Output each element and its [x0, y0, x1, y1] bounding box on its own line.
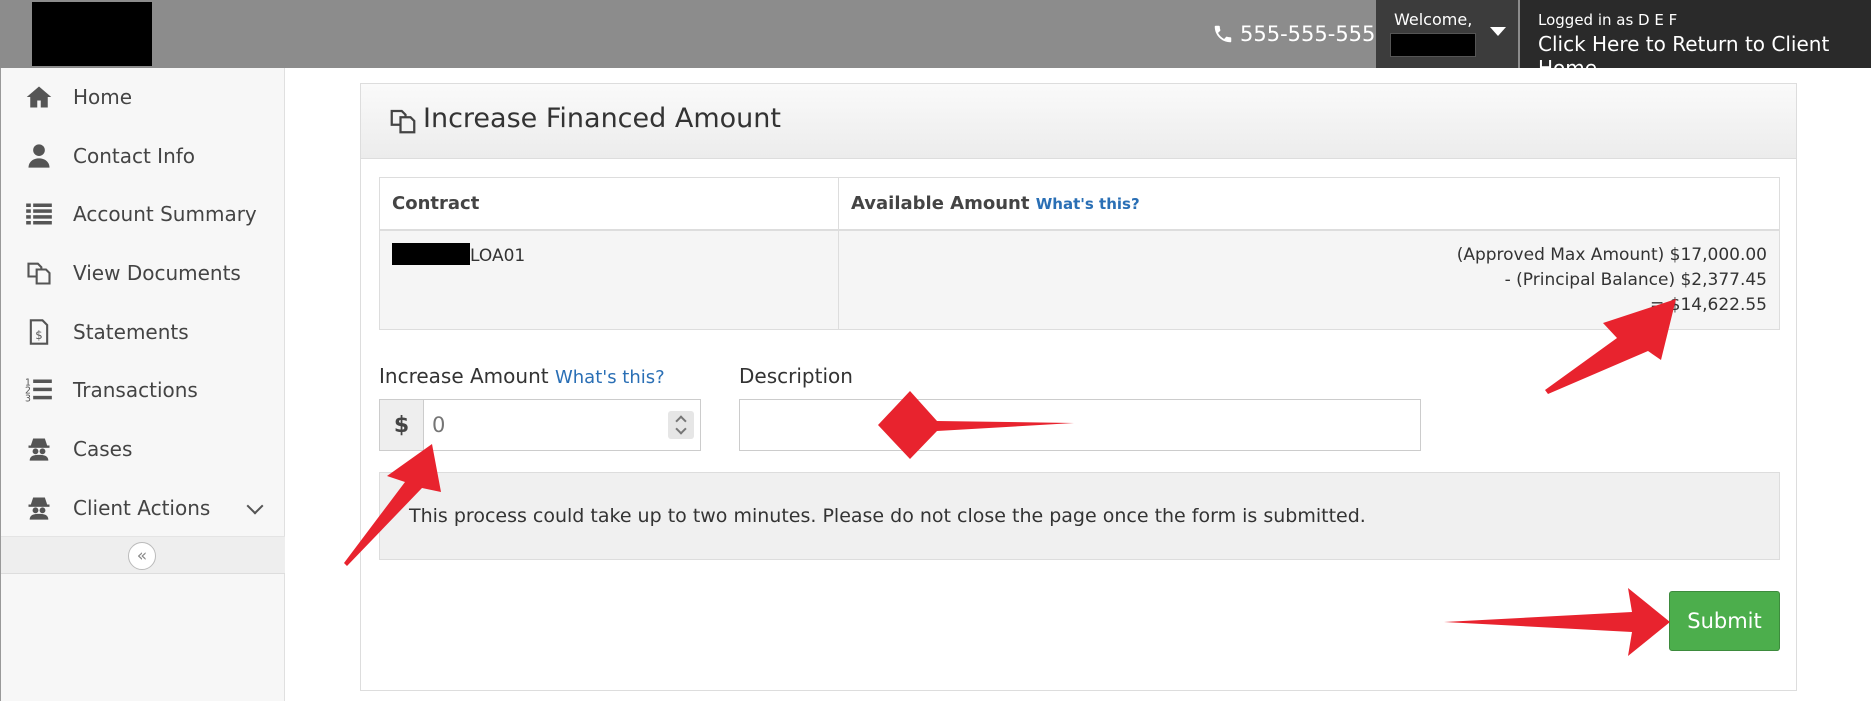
sidebar-item-label: View Documents [73, 261, 241, 285]
sidebar-item-statements[interactable]: $ Statements [1, 304, 285, 360]
column-header-label: Available Amount [851, 192, 1030, 214]
processing-notice: This process could take up to two minute… [379, 472, 1780, 560]
sidebar-item-view-documents[interactable]: View Documents [1, 245, 285, 301]
sidebar-item-label: Client Actions [73, 496, 211, 520]
sidebar-item-cases[interactable]: Cases [1, 421, 285, 477]
collapse-sidebar-button[interactable]: « [128, 542, 156, 570]
increase-amount-label-text: Increase Amount [379, 364, 549, 388]
column-header-contract: Contract [379, 177, 839, 231]
column-header-available-amount: Available Amount What's this? [838, 177, 1780, 231]
increase-amount-input[interactable] [424, 400, 700, 450]
sidebar-item-contact-info[interactable]: Contact Info [1, 128, 285, 184]
top-bar: 555-555-5555 Welcome, Logged in as D E F… [0, 0, 1871, 80]
sidebar-item-transactions[interactable]: 123 Transactions [1, 362, 285, 418]
return-to-client-home[interactable]: Logged in as D E F Click Here to Return … [1520, 0, 1871, 80]
principal-balance: - (Principal Balance) $2,377.45 [1504, 269, 1767, 290]
increase-amount-field: $ [379, 399, 701, 451]
statement-icon: $ [23, 316, 55, 348]
sidebar-item-label: Cases [73, 437, 133, 461]
logged-in-as: Logged in as D E F [1538, 11, 1678, 29]
sidebar-item-client-actions[interactable]: Client Actions [1, 480, 285, 536]
currency-addon: $ [380, 400, 424, 450]
phone-icon [1214, 25, 1232, 43]
sidebar-item-account-summary[interactable]: Account Summary [1, 186, 285, 242]
panel-header: Increase Financed Amount [361, 84, 1796, 159]
description-label: Description [739, 364, 853, 388]
documents-icon [390, 109, 416, 134]
available-amount-cell: (Approved Max Amount) $17,000.00 - (Prin… [838, 229, 1780, 330]
description-input[interactable] [739, 399, 1421, 451]
number-spinner[interactable] [668, 411, 694, 439]
increase-amount-label: Increase Amount What's this? [379, 364, 665, 388]
svg-text:$: $ [35, 328, 42, 342]
contract-number-redacted [392, 242, 470, 265]
spy-icon [23, 433, 55, 465]
home-icon [23, 81, 55, 113]
whats-this-link[interactable]: What's this? [555, 367, 665, 388]
increase-financed-amount-panel: Increase Financed Amount Contract Availa… [360, 83, 1797, 691]
available-amount-result: = $14,622.55 [1650, 294, 1767, 315]
documents-icon [23, 257, 55, 289]
contract-cell: LOA01 [379, 229, 839, 330]
user-menu[interactable]: Welcome, [1376, 0, 1518, 68]
page-title: Increase Financed Amount [423, 103, 781, 134]
list-icon [23, 198, 55, 230]
sidebar-item-label: Contact Info [73, 144, 196, 168]
user-icon [23, 140, 55, 172]
table-row: LOA01 (Approved Max Amount) $17,000.00 -… [379, 229, 1780, 330]
sidebar-collapse-bar: « [1, 536, 285, 574]
user-name-redacted [1390, 33, 1476, 57]
table-header-row: Contract Available Amount What's this? [379, 177, 1780, 231]
logo[interactable] [32, 2, 152, 66]
approved-max-amount: (Approved Max Amount) $17,000.00 [1456, 244, 1767, 265]
phone-number: 555-555-5555 [1212, 19, 1389, 49]
sidebar-item-label: Home [73, 85, 133, 109]
sidebar-item-label: Account Summary [73, 202, 257, 226]
sidebar-item-home[interactable]: Home [1, 69, 285, 125]
spy-icon [23, 492, 55, 524]
submit-button[interactable]: Submit [1669, 591, 1780, 651]
caret-down-icon[interactable] [1490, 27, 1506, 36]
whats-this-link[interactable]: What's this? [1036, 195, 1140, 213]
chevron-down-icon[interactable] [246, 497, 264, 515]
sidebar-item-label: Statements [73, 320, 189, 344]
sidebar-item-label: Transactions [73, 378, 198, 402]
phone-text: 555-555-5555 [1240, 22, 1389, 46]
column-header-label: Contract [392, 192, 480, 214]
contract-table: Contract Available Amount What's this? L… [379, 177, 1780, 330]
contract-suffix: LOA01 [470, 245, 526, 266]
svg-text:3: 3 [25, 394, 31, 404]
welcome-label: Welcome, [1394, 10, 1473, 29]
sidebar: Home Contact Info Account Summary View D… [0, 68, 285, 701]
return-link[interactable]: Click Here to Return to Client Home [1538, 32, 1871, 80]
ordered-list-icon: 123 [23, 374, 55, 406]
